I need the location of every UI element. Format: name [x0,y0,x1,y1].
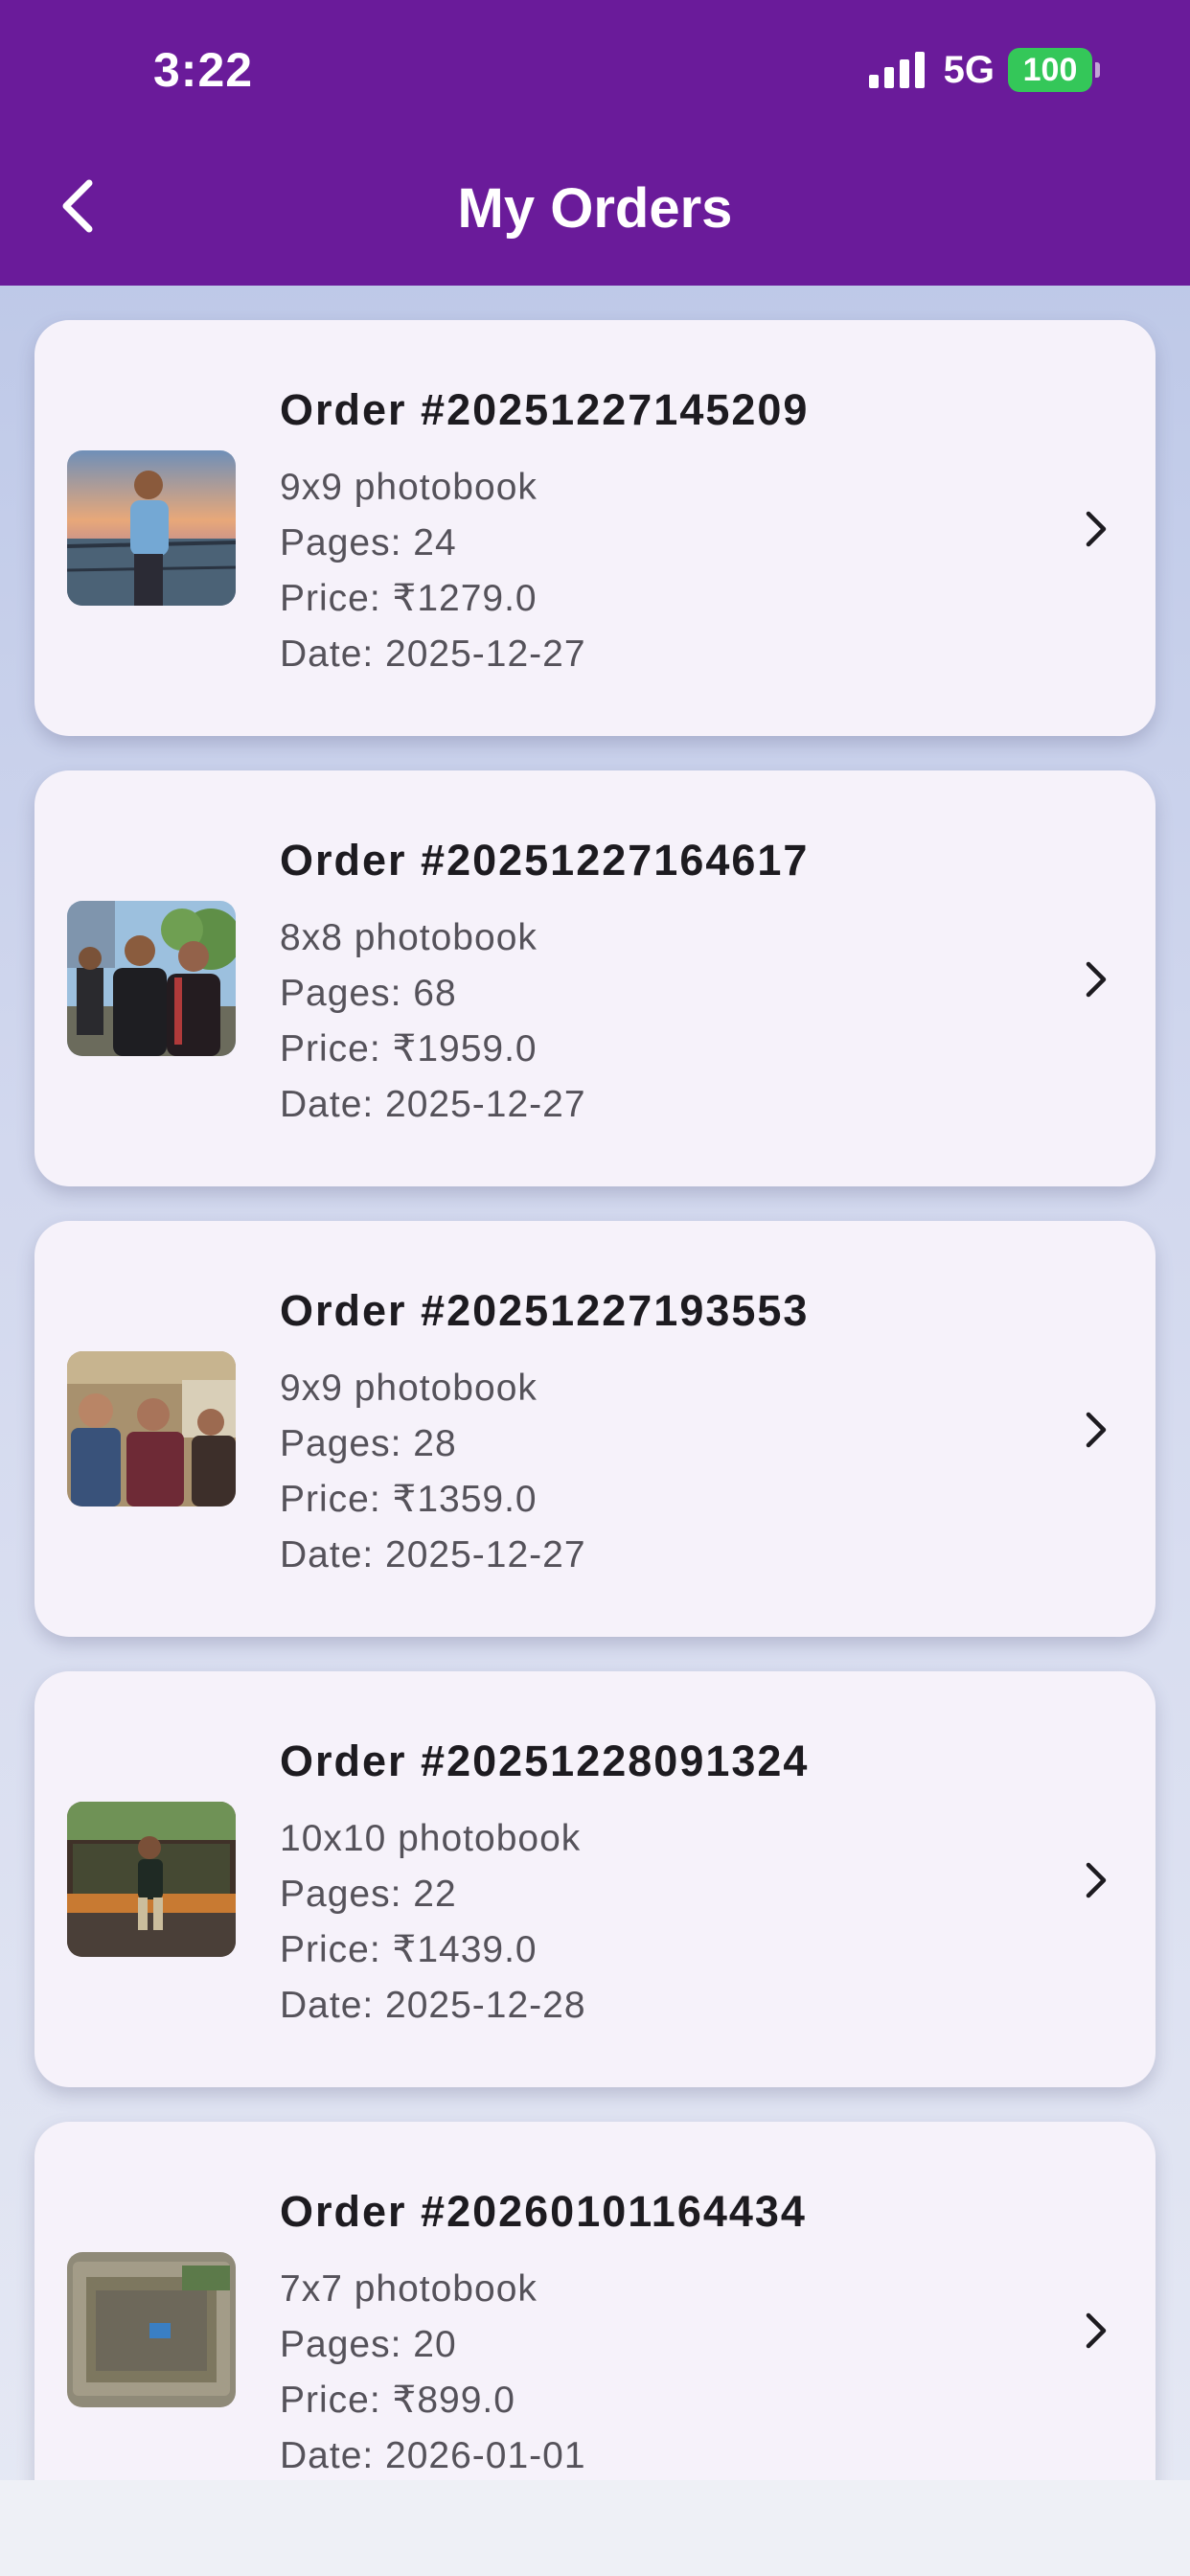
order-number: Order #20260101164434 [280,2187,807,2236]
order-date: Date: 2025-12-27 [280,1084,586,1125]
order-info: Order #20260101164434 7x7 photobook Page… [280,2187,807,2484]
order-product: 10x10 photobook [280,1818,582,1859]
order-product: 7x7 photobook [280,2268,538,2310]
order-date: Date: 2025-12-27 [280,633,586,675]
order-pages: Pages: 28 [280,1423,457,1464]
order-price: Price: ₹1959.0 [280,1028,538,1070]
order-number: Order #20251227193553 [280,1286,810,1335]
order-thumbnail [67,1351,236,1506]
order-card[interactable]: Order #20251227193553 9x9 photobook Page… [34,1221,1156,1637]
order-number: Order #20251228091324 [280,1736,810,1785]
signal-icon [868,52,925,88]
orders-list: Order #20251227145209 9x9 photobook Page… [34,320,1156,2572]
chevron-right-icon [1086,1862,1107,1898]
order-info: Order #20251227164617 8x8 photobook Page… [280,836,809,1133]
order-number: Order #20251227164617 [280,836,810,885]
order-product: 9x9 photobook [280,467,538,508]
battery-tip [1095,62,1100,78]
page-title: My Orders [457,177,733,240]
order-pages: Pages: 20 [280,2324,457,2365]
app-bar: 3:22 5G 100 My Orders [0,0,1190,286]
order-card[interactable]: Order #20260101164434 7x7 photobook Page… [34,2122,1156,2538]
order-thumbnail [67,2252,236,2407]
chevron-right-icon [1086,511,1107,547]
order-pages: Pages: 68 [280,973,457,1014]
order-thumbnail [67,901,236,1056]
order-thumbnail [67,450,236,606]
order-card[interactable]: Order #20251227164617 8x8 photobook Page… [34,770,1156,1186]
order-product: 9x9 photobook [280,1368,538,1409]
order-thumbnail [67,1802,236,1957]
order-date: Date: 2026-01-01 [280,2435,586,2476]
order-price: Price: ₹1439.0 [280,1929,538,1970]
order-product: 8x8 photobook [280,917,538,958]
bottom-safe-area [0,2480,1190,2576]
chevron-right-icon [1086,961,1107,998]
order-number: Order #20251227145209 [280,385,810,434]
order-card[interactable]: Order #20251227145209 9x9 photobook Page… [34,320,1156,736]
order-info: Order #20251228091324 10x10 photobook Pa… [280,1736,809,2034]
order-info: Order #20251227145209 9x9 photobook Page… [280,385,809,682]
order-date: Date: 2025-12-27 [280,1534,586,1576]
order-pages: Pages: 24 [280,522,457,564]
order-price: Price: ₹1359.0 [280,1479,538,1520]
battery-level: 100 [1008,48,1092,92]
status-indicators: 5G 100 [868,48,1100,92]
chevron-right-icon [1086,1412,1107,1448]
order-pages: Pages: 22 [280,1874,457,1915]
order-price: Price: ₹899.0 [280,2380,515,2421]
order-info: Order #20251227193553 9x9 photobook Page… [280,1286,809,1583]
battery-icon: 100 [1008,48,1100,92]
network-type: 5G [943,48,995,91]
order-date: Date: 2025-12-28 [280,1985,586,2026]
order-price: Price: ₹1279.0 [280,578,538,619]
status-time: 3:22 [153,43,254,97]
chevron-right-icon [1086,2312,1107,2349]
order-card[interactable]: Order #20251228091324 10x10 photobook Pa… [34,1671,1156,2087]
